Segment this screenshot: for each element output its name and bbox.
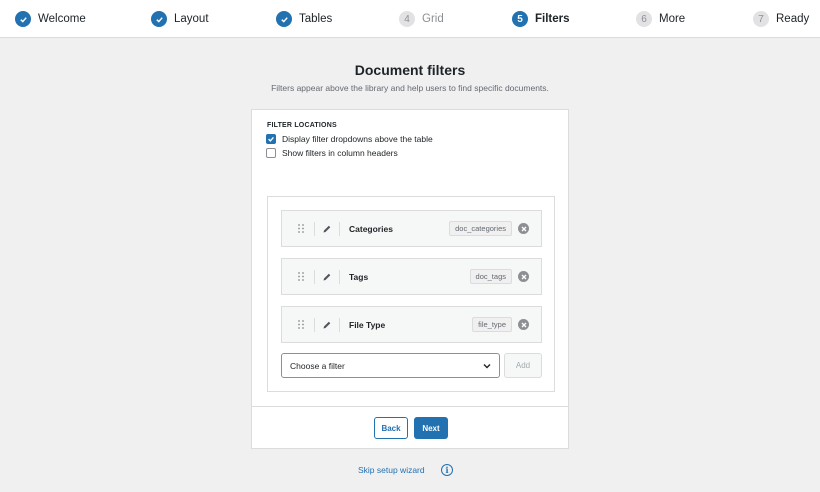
option-column-headers[interactable]: Show filters in column headers	[266, 148, 398, 158]
step-label: Filters	[535, 13, 570, 25]
remove-icon[interactable]	[518, 271, 529, 282]
option-label: Show filters in column headers	[282, 148, 398, 158]
add-filter-button[interactable]: Add	[504, 353, 542, 378]
check-icon	[151, 11, 167, 27]
step-filters[interactable]: 5 Filters	[512, 0, 570, 38]
page-title: Document filters	[354, 62, 466, 78]
back-button[interactable]: Back	[374, 417, 408, 439]
chevron-down-icon	[482, 361, 492, 373]
filter-slug: file_type	[472, 317, 512, 332]
drag-handle-icon[interactable]	[292, 223, 310, 234]
step-number: 4	[399, 11, 415, 27]
checkbox-checked[interactable]	[266, 134, 276, 144]
filter-slug: doc_tags	[469, 269, 512, 284]
option-label: Display filter dropdowns above the table	[282, 134, 433, 144]
step-tables[interactable]: Tables	[276, 0, 332, 38]
filters-card: FILTER LOCATIONS Display filter dropdown…	[251, 109, 569, 449]
step-grid[interactable]: 4 Grid	[399, 0, 444, 38]
pencil-icon[interactable]	[319, 272, 335, 282]
step-welcome[interactable]: Welcome	[15, 0, 86, 38]
step-label: Layout	[174, 13, 209, 25]
divider	[339, 221, 340, 236]
filter-row-tags[interactable]: Tags doc_tags	[281, 258, 542, 295]
step-label: Tables	[299, 13, 333, 25]
remove-icon[interactable]	[518, 319, 529, 330]
drag-handle-icon[interactable]	[292, 271, 310, 282]
filter-locations-label: FILTER LOCATIONS	[267, 122, 337, 129]
skip-setup-link[interactable]: Skip setup wizard	[358, 465, 425, 475]
remove-icon[interactable]	[518, 223, 529, 234]
filter-name: Categories	[349, 223, 393, 234]
step-label: Ready	[776, 13, 810, 25]
filter-name: Tags	[349, 271, 369, 282]
filter-name: File Type	[349, 319, 386, 330]
select-value: Choose a filter	[290, 360, 345, 371]
check-icon	[15, 11, 31, 27]
info-icon[interactable]: i	[441, 464, 453, 476]
divider	[314, 221, 315, 236]
pencil-icon[interactable]	[319, 320, 335, 330]
filter-row-file-type[interactable]: File Type file_type	[281, 306, 542, 343]
card-footer: Back Next	[252, 406, 568, 449]
page-subtitle: Filters appear above the library and hel…	[271, 83, 549, 93]
check-icon	[268, 136, 274, 142]
divider	[339, 269, 340, 284]
pencil-icon[interactable]	[319, 224, 335, 234]
step-label: Welcome	[38, 13, 86, 25]
step-layout[interactable]: Layout	[151, 0, 209, 38]
option-dropdowns-above-table[interactable]: Display filter dropdowns above the table	[266, 134, 433, 144]
step-more[interactable]: 6 More	[636, 0, 685, 38]
checkbox-unchecked[interactable]	[266, 148, 276, 158]
step-number: 5	[512, 11, 528, 27]
setup-steps: Welcome Layout Tables 4 Grid 5 Filters 6…	[0, 0, 820, 38]
drag-handle-icon[interactable]	[292, 319, 310, 330]
check-icon	[276, 11, 292, 27]
step-label: Grid	[422, 13, 444, 25]
divider	[339, 317, 340, 332]
divider	[314, 317, 315, 332]
next-button[interactable]: Next	[414, 417, 448, 439]
divider	[314, 269, 315, 284]
filters-list: Categories doc_categories Tags doc_tags	[267, 196, 555, 392]
choose-filter-select[interactable]: Choose a filter	[281, 353, 500, 378]
step-label: More	[659, 13, 686, 25]
step-ready[interactable]: 7 Ready	[753, 0, 809, 38]
step-number: 7	[753, 11, 769, 27]
filter-slug: doc_categories	[449, 221, 512, 236]
step-number: 6	[636, 11, 652, 27]
filter-row-categories[interactable]: Categories doc_categories	[281, 210, 542, 247]
